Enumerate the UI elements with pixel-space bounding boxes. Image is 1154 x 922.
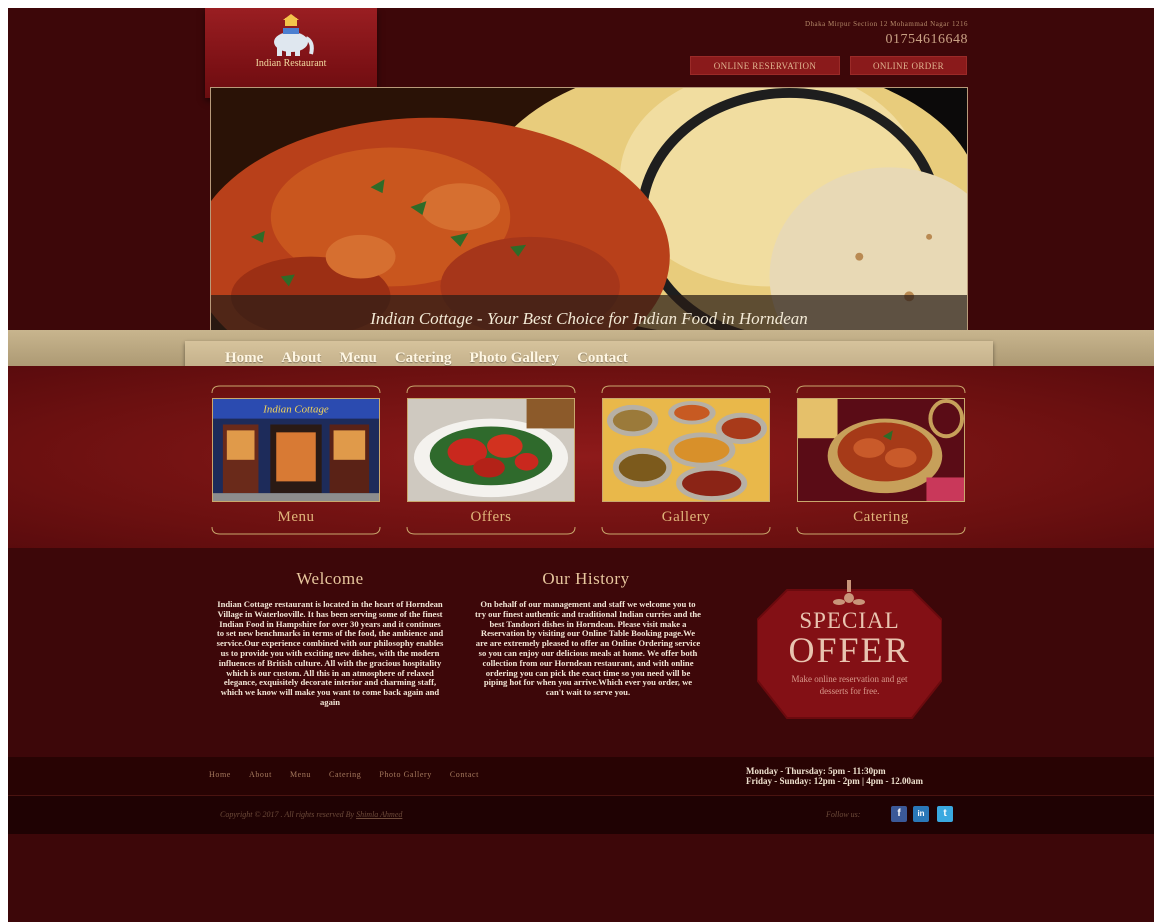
feature-offers[interactable]: Offers bbox=[405, 385, 577, 538]
offer-line-offer: OFFER bbox=[788, 630, 911, 670]
online-reservation-button[interactable]: ONLINE RESERVATION bbox=[690, 56, 840, 75]
footer-link-photo-gallery[interactable]: Photo Gallery bbox=[379, 770, 431, 779]
feature-label: Offers bbox=[470, 509, 512, 525]
hours-weekend: Friday - Sunday: 12pm - 2pm | 4pm - 12.0… bbox=[746, 776, 923, 786]
nav-about[interactable]: About bbox=[272, 350, 330, 367]
feature-label: Gallery bbox=[661, 509, 711, 525]
history-text: On behalf of our management and staff we… bbox=[475, 599, 701, 698]
menu-photo: Indian Cottage bbox=[212, 398, 380, 502]
footer-link-catering[interactable]: Catering bbox=[329, 770, 361, 779]
copyright: Copyright © 2017 . All rights reserved B… bbox=[220, 810, 402, 819]
nav-menu[interactable]: Menu bbox=[330, 350, 386, 367]
feature-label: Menu bbox=[277, 509, 315, 525]
nav-photo-gallery[interactable]: Photo Gallery bbox=[461, 350, 569, 367]
footer-link-menu[interactable]: Menu bbox=[290, 770, 311, 779]
ornament-top bbox=[211, 385, 381, 394]
hero-banner: Indian Cottage - Your Best Choice for In… bbox=[210, 87, 968, 340]
feature-band bbox=[8, 366, 1154, 548]
nav-contact[interactable]: Contact bbox=[568, 350, 637, 367]
feature-menu[interactable]: Indian Cottage Menu bbox=[210, 385, 382, 538]
linkedin-icon[interactable]: in bbox=[913, 806, 929, 822]
logo-text: Indian Restaurant bbox=[255, 58, 327, 69]
author-link[interactable]: Shimla Ahmed bbox=[356, 810, 402, 819]
elephant-logo-icon bbox=[274, 14, 314, 56]
facebook-icon[interactable]: f bbox=[891, 806, 907, 822]
nav-home[interactable]: Home bbox=[225, 350, 272, 367]
offers-photo bbox=[407, 398, 575, 502]
ornament-top bbox=[796, 385, 966, 394]
opening-hours: Monday - Thursday: 5pm - 11:30pm Friday … bbox=[746, 766, 923, 786]
online-order-button[interactable]: ONLINE ORDER bbox=[850, 56, 967, 75]
hours-weekday: Monday - Thursday: 5pm - 11:30pm bbox=[746, 766, 886, 776]
page: Indian Restaurant Dhaka Mirpur Section 1… bbox=[8, 8, 1154, 922]
ornament-bottom bbox=[406, 526, 576, 535]
offer-text: Make online reservation and get desserts… bbox=[791, 674, 908, 696]
footer-nav-bar: Home About Menu Catering Photo Gallery C… bbox=[8, 757, 1154, 796]
special-offer-badge[interactable]: SPECIAL OFFER Make online reservation an… bbox=[757, 578, 942, 720]
ornament-bottom bbox=[796, 526, 966, 535]
footer-link-home[interactable]: Home bbox=[209, 770, 231, 779]
logo[interactable]: Indian Restaurant bbox=[205, 8, 377, 98]
footer-link-contact[interactable]: Contact bbox=[450, 770, 479, 779]
ornament-top bbox=[601, 385, 771, 394]
welcome-text: Indian Cottage restaurant is located in … bbox=[216, 599, 444, 707]
contact-address: Dhaka Mirpur Section 12 Mohammad Nagar 1… bbox=[804, 20, 968, 28]
copyright-text: Copyright © 2017 . All rights reserved B… bbox=[220, 810, 355, 819]
footer-copyright-bar: Copyright © 2017 . All rights reserved B… bbox=[8, 796, 1154, 834]
gallery-photo bbox=[602, 398, 770, 502]
ornament-top bbox=[406, 385, 576, 394]
ornament-bottom bbox=[601, 526, 771, 535]
catering-photo bbox=[797, 398, 965, 502]
hero-caption: Indian Cottage - Your Best Choice for In… bbox=[370, 309, 808, 328]
feature-label: Catering bbox=[853, 509, 909, 525]
contact-phone: 01754616648 bbox=[885, 32, 968, 47]
twitter-icon[interactable]: t bbox=[937, 806, 953, 822]
history-title: Our History bbox=[542, 569, 630, 588]
ornament-bottom bbox=[211, 526, 381, 535]
storefront-sign: Indian Cottage bbox=[262, 404, 329, 416]
footer-link-about[interactable]: About bbox=[249, 770, 272, 779]
nav-catering[interactable]: Catering bbox=[386, 350, 461, 367]
follow-us-label: Follow us: bbox=[826, 810, 861, 819]
feature-catering[interactable]: Catering bbox=[795, 385, 967, 538]
welcome-title: Welcome bbox=[296, 569, 364, 588]
feature-gallery[interactable]: Gallery bbox=[600, 385, 772, 538]
